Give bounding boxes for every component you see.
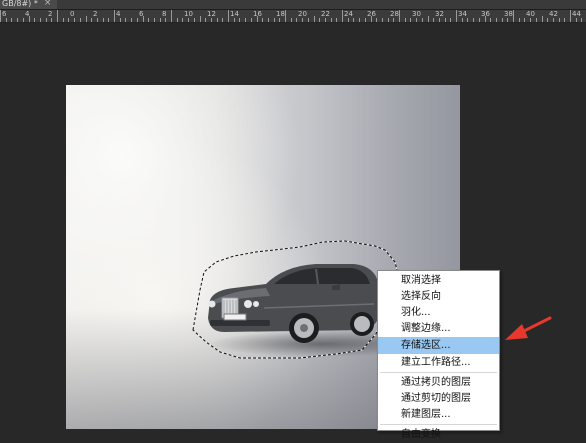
red-arrow-icon — [505, 316, 552, 340]
